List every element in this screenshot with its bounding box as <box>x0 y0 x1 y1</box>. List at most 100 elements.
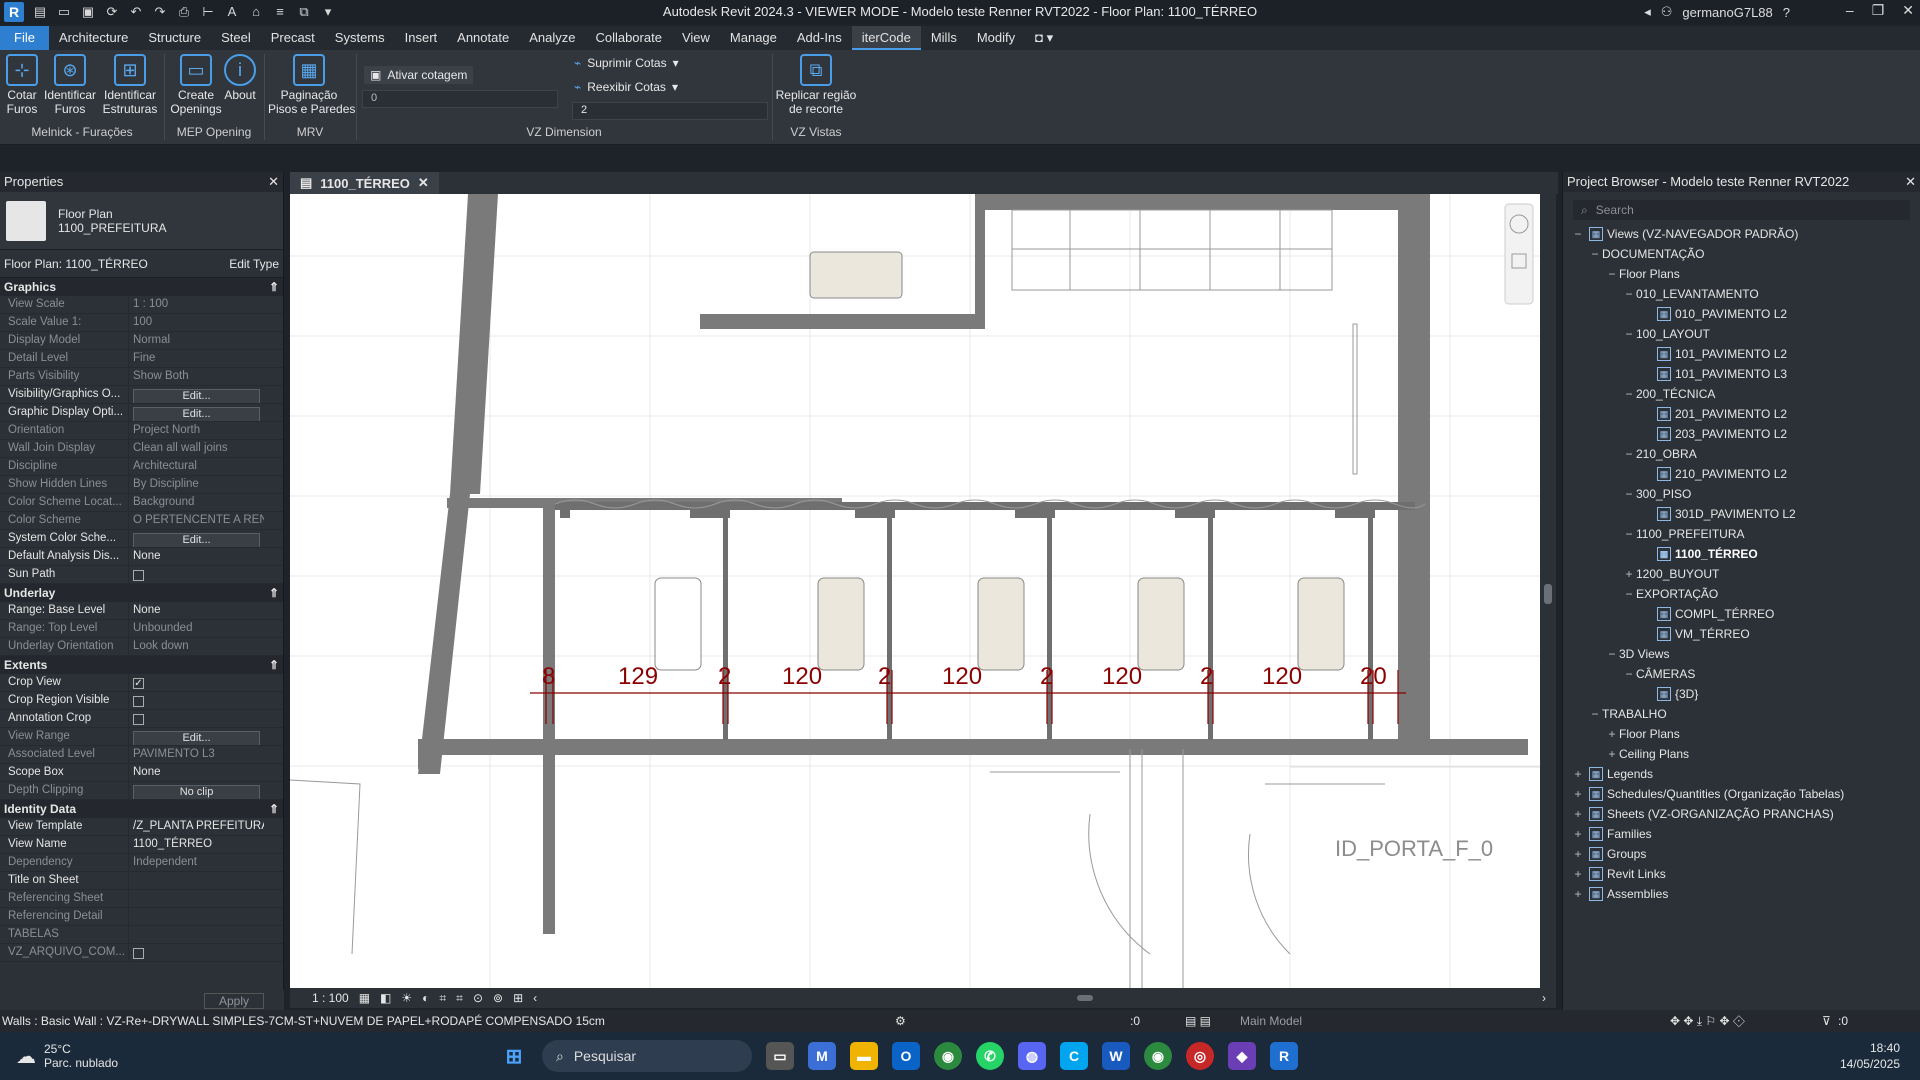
collapse-icon[interactable]: ⇑ <box>269 280 279 294</box>
checkbox[interactable] <box>133 948 144 959</box>
property-value[interactable] <box>128 692 264 709</box>
tree-node-exporta-o[interactable]: − EXPORTAÇÃO <box>1563 584 1920 604</box>
tab-add-ins[interactable]: Add-Ins <box>787 26 852 50</box>
floor-plan-drawing[interactable]: 8 129 2 120 2 120 2 120 2 120 20 ID_PORT… <box>290 194 1540 988</box>
tree-node-ceiling-plans[interactable]: + Ceiling Plans <box>1563 744 1920 764</box>
edit-button[interactable]: No clip <box>133 785 260 799</box>
edit-button[interactable]: Edit... <box>133 533 260 547</box>
property-value[interactable]: Edit... <box>128 386 264 403</box>
expand-icon[interactable]: + <box>1571 887 1585 901</box>
property-value[interactable]: Normal <box>128 332 264 349</box>
tree-node-revit-links[interactable]: + ▦ Revit Links <box>1563 864 1920 884</box>
detail-level-icon[interactable]: ▦ <box>359 991 370 1005</box>
outlook-icon[interactable]: O <box>892 1042 920 1070</box>
expand-icon[interactable]: + <box>1571 847 1585 861</box>
reveal-icon[interactable]: ⊚ <box>493 991 503 1005</box>
tree-node-101-pavimento-l3[interactable]: ▦ 101_PAVIMENTO L3 <box>1563 364 1920 384</box>
browser-search-input[interactable]: ⌕ Search <box>1573 200 1910 220</box>
m365-icon[interactable]: M <box>808 1042 836 1070</box>
tree-node-3d[interactable]: ▦ {3D} <box>1563 684 1920 704</box>
tree-node-floor-plans[interactable]: + Floor Plans <box>1563 724 1920 744</box>
collapse-icon[interactable]: − <box>1605 647 1619 661</box>
expand-icon[interactable]: + <box>1571 807 1585 821</box>
property-value[interactable]: Show Both <box>128 368 264 385</box>
property-value[interactable]: ✓ <box>128 674 264 691</box>
measure-icon[interactable]: ⊢ <box>200 4 216 20</box>
property-value[interactable]: Fine <box>128 350 264 367</box>
main-model-dropdown[interactable]: Main Model <box>1240 1014 1302 1028</box>
collapse-icon[interactable]: ⇑ <box>269 658 279 672</box>
tree-node-010-levantamento[interactable]: −010_LEVANTAMENTO <box>1563 284 1920 304</box>
type-selector[interactable]: Floor Plan 1100_PREFEITURA <box>0 192 283 250</box>
property-value[interactable] <box>128 566 264 583</box>
edit-button[interactable]: Edit... <box>133 389 260 403</box>
property-value[interactable] <box>128 944 264 961</box>
tree-node-300-piso[interactable]: −300_PISO <box>1563 484 1920 504</box>
section-underlay[interactable]: Underlay ⇑ <box>0 584 283 602</box>
collapse-icon[interactable]: − <box>1622 587 1636 601</box>
ativar-value-field[interactable]: 0 <box>362 90 558 108</box>
tab-systems[interactable]: Systems <box>325 26 395 50</box>
user-name[interactable]: germanoG7L88 <box>1682 5 1772 20</box>
tree-node-trabalho[interactable]: − TRABALHO <box>1563 704 1920 724</box>
tree-node-301d-pavimento-l2[interactable]: ▦ 301D_PAVIMENTO L2 <box>1563 504 1920 524</box>
tab-manage[interactable]: Manage <box>720 26 787 50</box>
tab-mills[interactable]: Mills <box>921 26 967 50</box>
help-icon[interactable]: ? <box>1783 5 1790 20</box>
tab-modify[interactable]: Modify <box>967 26 1025 50</box>
tab-steel[interactable]: Steel <box>211 26 261 50</box>
close-icon[interactable]: ✕ <box>268 174 279 190</box>
revit-taskbar-icon[interactable]: R <box>1270 1042 1298 1070</box>
tree-node-assemblies[interactable]: + ▦ Assemblies <box>1563 884 1920 904</box>
property-value[interactable]: No clip <box>128 782 264 799</box>
tree-node-documenta-o[interactable]: − DOCUMENTAÇÃO <box>1563 244 1920 264</box>
tab-structure[interactable]: Structure <box>138 26 211 50</box>
close-icon[interactable]: ✕ <box>1905 174 1916 190</box>
property-value[interactable]: O PERTENCENTE A RENI <box>128 512 264 529</box>
property-value[interactable]: Edit... <box>128 404 264 421</box>
tree-node-200-t-cnica[interactable]: −200_TÉCNICA <box>1563 384 1920 404</box>
windows-start-icon[interactable]: ⊞ <box>500 1042 528 1070</box>
share-icon[interactable]: ⚇ <box>1661 4 1673 20</box>
section-graphics[interactable]: Graphics ⇑ <box>0 278 283 296</box>
selection-filters-icon[interactable]: ✥ ✥ ⤓ ⚐ ✥ ⟐ <box>1670 1014 1745 1029</box>
temp-hide-icon[interactable]: ⊙ <box>473 991 483 1005</box>
view-tab[interactable]: ▤ 1100_TÉRREO ✕ <box>290 172 439 194</box>
collapse-icon[interactable]: − <box>1571 227 1585 241</box>
ativar-cotagem-button[interactable]: ▣ Ativar cotagem <box>364 66 474 84</box>
tab-itercode[interactable]: iterCode <box>851 26 921 50</box>
tree-node-families[interactable]: + ▦ Families <box>1563 824 1920 844</box>
property-value[interactable]: Architectural <box>128 458 264 475</box>
chrome-profile-icon[interactable]: ◉ <box>1144 1042 1172 1070</box>
minimize-icon[interactable]: – <box>1846 2 1854 19</box>
scroll-right-icon[interactable]: › <box>1542 991 1556 1005</box>
sun-path-icon[interactable]: ☀ <box>401 991 412 1005</box>
home-3d-icon[interactable]: ⌂ <box>248 4 264 20</box>
close-icon[interactable]: ✕ <box>418 175 429 191</box>
collapse-icon[interactable]: − <box>1622 667 1636 681</box>
view-scale[interactable]: 1 : 100 <box>312 991 349 1005</box>
task-view-icon[interactable]: ▭ <box>766 1042 794 1070</box>
property-value[interactable]: 1 : 100 <box>128 296 264 313</box>
edit-button[interactable]: Edit... <box>133 731 260 745</box>
vertical-scrollbar[interactable] <box>1540 194 1556 988</box>
property-value[interactable]: 1100_TÉRREO <box>128 836 264 853</box>
customize-qat-icon[interactable]: ▾ <box>320 4 336 20</box>
property-value[interactable]: PAVIMENTO L3 <box>128 746 264 763</box>
tab-architecture[interactable]: Architecture <box>49 26 138 50</box>
tree-node-210-obra[interactable]: −210_OBRA <box>1563 444 1920 464</box>
folder-icon[interactable]: ▭ <box>56 4 72 20</box>
suprimir-cotas-button[interactable]: ⌁ Suprimir Cotas ▾ <box>574 56 679 70</box>
tab-view[interactable]: View <box>672 26 720 50</box>
edit-button[interactable]: Edit... <box>133 407 260 421</box>
collapse-icon[interactable]: ◂ <box>1644 4 1651 20</box>
property-value[interactable]: /Z_PLANTA PREFEITURA <box>128 818 264 835</box>
property-value[interactable] <box>128 908 264 925</box>
paginacao-button[interactable]: ▦ Paginação Pisos e Paredes <box>268 54 355 116</box>
collapse-icon[interactable]: − <box>1588 707 1602 721</box>
tab-insert[interactable]: Insert <box>395 26 448 50</box>
redo-icon[interactable]: ↷ <box>152 4 168 20</box>
expand-icon[interactable]: + <box>1622 567 1636 581</box>
property-value[interactable]: By Discipline <box>128 476 264 493</box>
chrome-icon[interactable]: ◉ <box>934 1042 962 1070</box>
